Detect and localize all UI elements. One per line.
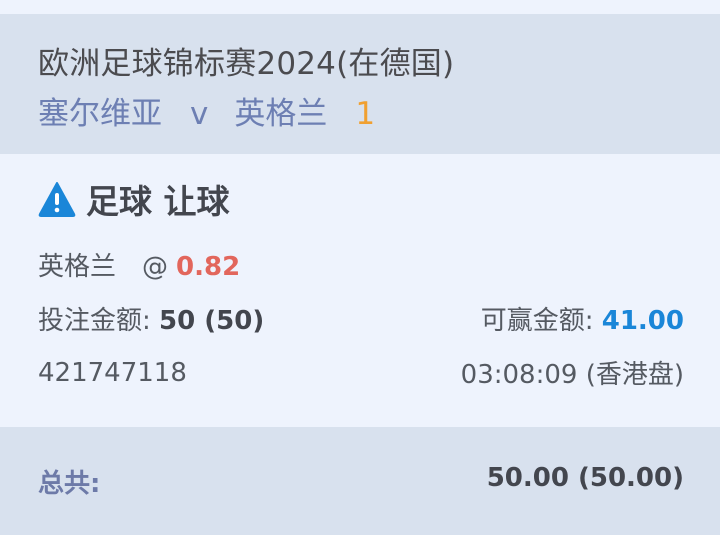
bet-type-label: 足球 让球 (86, 182, 230, 221)
ticket-info-row: 421747118 03:08:09 (香港盘) (38, 354, 684, 391)
bet-type-row: 足球 让球 (38, 175, 230, 223)
stake-label: 投注金额: (38, 306, 151, 336)
away-team: 英格兰 (234, 96, 328, 132)
stake-value: 50 (50) (159, 306, 265, 336)
at-sign: @ (142, 252, 169, 282)
warning-icon (38, 180, 76, 218)
odds-value: 0.82 (176, 252, 241, 282)
ticket-id: 421747118 (38, 357, 187, 388)
score: 1 (355, 96, 376, 132)
vs-label: v (190, 96, 209, 132)
selection-team: 英格兰 (38, 252, 117, 282)
selection-row: 英格兰 @0.82 (38, 246, 240, 283)
win-label: 可赢金额: (480, 306, 594, 336)
home-team: 塞尔维亚 (38, 96, 162, 132)
win-value: 41.00 (601, 306, 684, 336)
teams-row: 塞尔维亚 v 英格兰 1 (38, 88, 375, 133)
stake: 投注金额: 50 (50) (38, 300, 264, 337)
stake-row: 投注金额: 50 (50) 可赢金额: 41.00 (38, 300, 684, 337)
top-strip (0, 0, 720, 14)
match-header (0, 14, 720, 154)
total-label: 总共: (38, 469, 101, 499)
potential-win: 可赢金额: 41.00 (481, 300, 684, 337)
bet-time: 03:08:09 (香港盘) (460, 360, 684, 390)
competition-title: 欧洲足球锦标赛2024(在德国) (38, 46, 455, 82)
total-value: 50.00 (50.00) (486, 463, 684, 493)
